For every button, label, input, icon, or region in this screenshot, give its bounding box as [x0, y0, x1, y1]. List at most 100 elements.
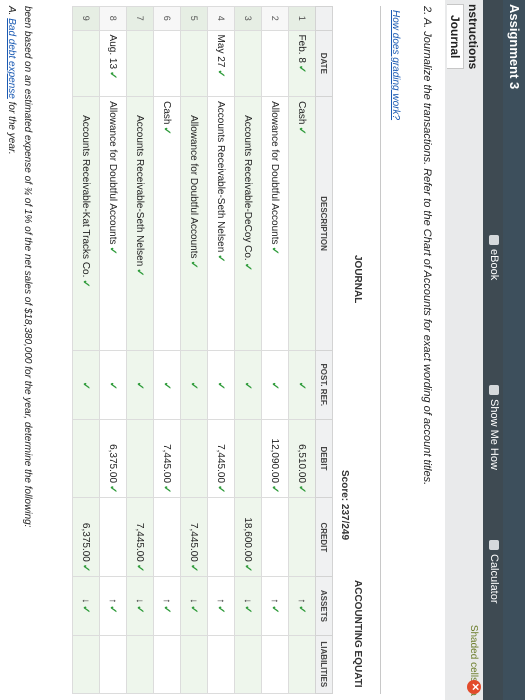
liabilities-cell[interactable]: [153, 635, 181, 694]
post-ref-cell[interactable]: ✓: [288, 350, 316, 420]
tab-journal[interactable]: Journal: [447, 4, 464, 70]
assets-cell-value: ↓: [242, 598, 254, 604]
debit-cell[interactable]: 7,445.00✓: [153, 419, 181, 498]
assets-cell[interactable]: ↑✓: [288, 576, 316, 636]
footer-item-a: A. Bad debt expense for the year.: [6, 6, 17, 155]
credit-cell[interactable]: [153, 497, 181, 577]
debit-cell[interactable]: [126, 419, 154, 498]
check-icon: ✓: [161, 485, 173, 494]
check-icon: ✓: [107, 246, 119, 255]
header-debit: DEBIT: [315, 419, 333, 498]
credit-cell[interactable]: [288, 497, 316, 577]
liabilities-cell[interactable]: [261, 635, 289, 694]
description-cell[interactable]: Cash✓: [153, 96, 181, 351]
tab-bar: nstructions Journal Shaded cells ha ✕: [444, 0, 483, 700]
description-cell-value: Allowance for Doubtful Accounts: [269, 101, 281, 245]
show-me-how-button[interactable]: Show Me How: [488, 385, 500, 470]
description-cell[interactable]: Allowance for Doubtful Accounts✓: [261, 96, 289, 351]
credit-cell[interactable]: 7,445.00✓: [126, 497, 154, 577]
date-cell[interactable]: [234, 30, 262, 97]
assets-cell-value: ↑: [161, 598, 173, 604]
ebook-button[interactable]: eBook: [488, 235, 500, 280]
video-icon: [489, 385, 499, 395]
table-row: 9 Accounts Receivable-Kat Tracks Co.✓ ✓ 6,3…: [72, 6, 100, 694]
credit-cell[interactable]: [261, 497, 289, 577]
description-cell[interactable]: Accounts Receivable-Seth Nelsen✓: [207, 96, 235, 351]
header-date: DATE: [315, 30, 333, 97]
check-icon: ✓: [161, 126, 173, 135]
date-cell[interactable]: May 27✓: [207, 30, 235, 97]
description-cell[interactable]: Allowance for Doubtful Accounts✓: [99, 96, 127, 351]
liabilities-cell[interactable]: [234, 635, 262, 694]
check-icon: ✓: [107, 605, 119, 614]
tab-instructions[interactable]: nstructions: [466, 4, 480, 69]
assets-cell-value: ↑: [296, 598, 308, 604]
check-icon: ✓: [188, 563, 200, 573]
assets-cell[interactable]: ↑✓: [207, 576, 235, 636]
liabilities-cell[interactable]: [180, 635, 208, 694]
liabilities-cell[interactable]: [126, 635, 154, 694]
debit-cell[interactable]: 7,445.00✓: [207, 419, 235, 498]
date-cell[interactable]: [153, 30, 181, 97]
description-cell[interactable]: Accounts Receivable-Seth Nelsen✓: [126, 96, 154, 351]
row-number-value: 5: [189, 15, 199, 21]
description-cell[interactable]: Allowance for Doubtful Accounts✓: [180, 96, 208, 351]
post-ref-cell[interactable]: ✓: [207, 350, 235, 420]
assets-cell[interactable]: ↑✓: [153, 576, 181, 636]
credit-cell[interactable]: [99, 497, 127, 577]
footer-note: been based on an estimated expense of ¾ …: [22, 6, 33, 528]
calculator-button[interactable]: Calculator: [488, 540, 500, 604]
description-cell[interactable]: Accounts Receivable-DeCoy Co.✓: [234, 96, 262, 351]
assets-cell-value: ↑: [215, 598, 227, 604]
date-cell[interactable]: [180, 30, 208, 97]
post-ref-cell[interactable]: ✓: [126, 350, 154, 420]
debit-cell[interactable]: 6,375.00✓: [99, 419, 127, 498]
post-ref-cell[interactable]: ✓: [72, 350, 100, 420]
liabilities-cell[interactable]: [99, 635, 127, 694]
credit-cell[interactable]: 6,375.00✓: [72, 497, 100, 577]
close-icon[interactable]: ✕: [467, 680, 481, 694]
row-number-value: 1: [297, 15, 307, 21]
post-ref-cell[interactable]: ✓: [99, 350, 127, 420]
debit-cell[interactable]: 12,090.00✓: [261, 419, 289, 498]
date-cell[interactable]: Feb. 8✓: [288, 30, 316, 97]
date-cell[interactable]: [261, 30, 289, 97]
date-cell-value: Aug. 13: [107, 34, 119, 70]
liabilities-cell[interactable]: [288, 635, 316, 694]
description-cell[interactable]: Cash✓: [288, 96, 316, 351]
assets-cell[interactable]: ↑✓: [261, 576, 289, 636]
assets-cell[interactable]: ↓✓: [72, 576, 100, 636]
post-ref-cell[interactable]: ✓: [234, 350, 262, 420]
debit-cell[interactable]: [72, 419, 100, 498]
debit-cell[interactable]: [234, 419, 262, 498]
date-cell[interactable]: [72, 30, 100, 97]
date-cell[interactable]: Aug. 13✓: [99, 30, 127, 97]
credit-cell[interactable]: 18,600.00✓: [234, 497, 262, 577]
post-ref-cell[interactable]: ✓: [153, 350, 181, 420]
check-icon: ✓: [215, 605, 227, 614]
header-description: DESCRIPTION: [315, 96, 333, 351]
rotated-screen: Assignment 3 eBook Show Me How Calculato…: [0, 0, 525, 700]
post-ref-cell[interactable]: ✓: [180, 350, 208, 420]
how-grading-link[interactable]: How does grading work?: [390, 10, 401, 120]
assets-cell-value: ↓: [134, 598, 146, 604]
credit-cell[interactable]: [207, 497, 235, 577]
date-cell[interactable]: [126, 30, 154, 97]
assets-cell[interactable]: ↓✓: [126, 576, 154, 636]
debit-cell[interactable]: 6,510.00✓: [288, 419, 316, 498]
description-cell-value: Accounts Receivable-Seth Nelsen: [134, 115, 146, 267]
credit-cell[interactable]: 7,445.00✓: [180, 497, 208, 577]
assets-cell[interactable]: ↑✓: [99, 576, 127, 636]
liabilities-cell[interactable]: [207, 635, 235, 694]
liabilities-cell[interactable]: [72, 635, 100, 694]
assets-cell[interactable]: ↓✓: [234, 576, 262, 636]
post-ref-cell[interactable]: ✓: [261, 350, 289, 420]
assets-cell[interactable]: ↓✓: [180, 576, 208, 636]
show-me-how-label: Show Me How: [488, 399, 500, 470]
bad-debt-expense-link[interactable]: Bad debt expense: [6, 18, 17, 99]
credit-cell-value: 7,445.00: [188, 522, 200, 562]
description-cell[interactable]: Accounts Receivable-Kat Tracks Co.✓: [72, 96, 100, 351]
description-cell-value: Accounts Receivable-Kat Tracks Co.: [80, 115, 92, 278]
title-bar: Assignment 3: [503, 0, 525, 700]
debit-cell[interactable]: [180, 419, 208, 498]
